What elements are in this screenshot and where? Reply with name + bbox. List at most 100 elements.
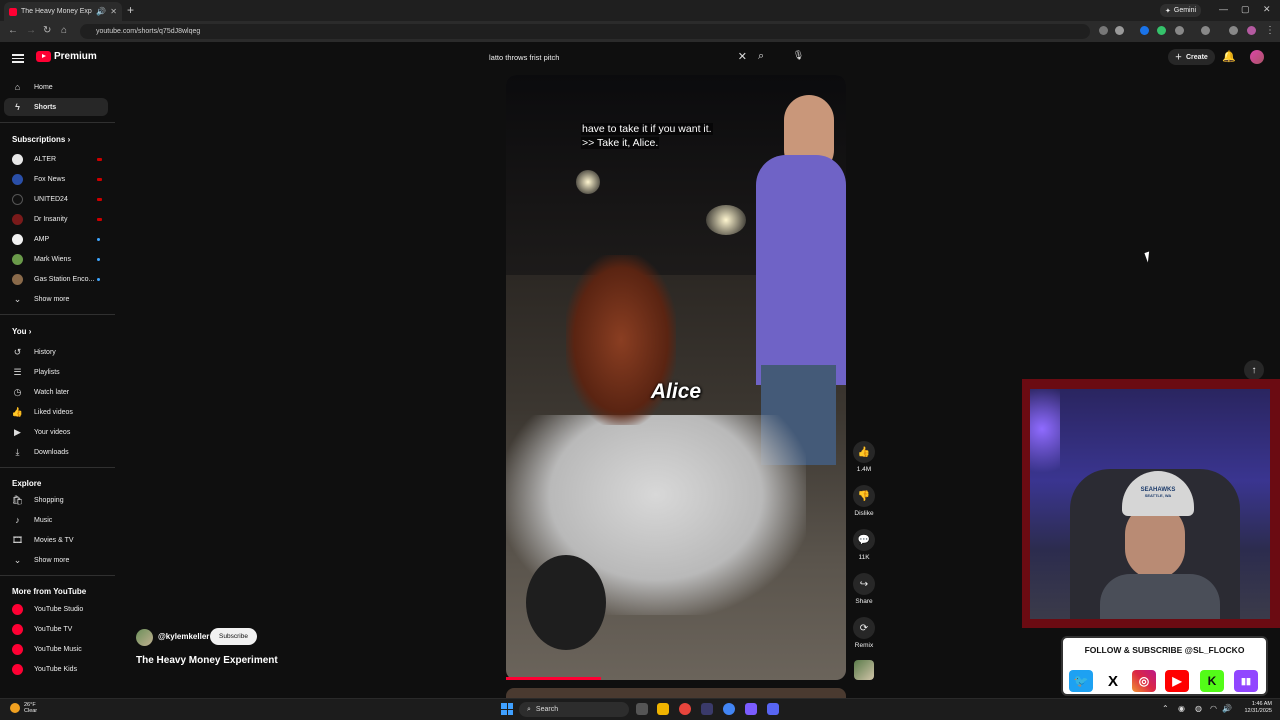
chrome-icon[interactable] <box>723 703 735 715</box>
profile-icon[interactable] <box>1247 26 1256 35</box>
like-action: 👍 1.4M <box>852 441 876 473</box>
microphone-icon[interactable]: 🎙 <box>792 50 805 63</box>
hamburger-menu-icon[interactable] <box>12 52 24 65</box>
youtube-logo[interactable]: Premium <box>36 51 97 62</box>
sidebar-item-youtube-tv[interactable]: YouTube TV <box>4 620 108 638</box>
speaker-icon[interactable]: 🔊 <box>96 7 106 16</box>
sidebar-item-history[interactable]: ↺ History <box>4 343 108 361</box>
tab-close-icon[interactable]: ✕ <box>110 7 117 16</box>
sidebar-item-mark-wiens[interactable]: Mark Wiens <box>4 250 108 268</box>
gemini-button[interactable]: ✦ Gemini <box>1160 4 1202 17</box>
app-icon[interactable] <box>745 703 757 715</box>
show-more-explore-button[interactable]: ⌄ Show more <box>4 551 108 569</box>
follow-subscribe-banner: FOLLOW & SUBSCRIBE @SL_FLOCKO 🐦 X ◎ ▶ K … <box>1061 636 1268 696</box>
history-icon: ↺ <box>13 346 22 357</box>
sidebar-item-shopping[interactable]: 🛍 Shopping <box>4 491 108 509</box>
channel-avatar <box>12 253 23 265</box>
notifications-bell-icon[interactable]: 🔔 <box>1222 50 1236 63</box>
create-button[interactable]: ＋ Create <box>1168 49 1215 65</box>
volume-icon[interactable]: 🔊 <box>1222 704 1232 713</box>
sidebar-item-watch-later[interactable]: ◷ Watch later <box>4 383 108 401</box>
sidebar-item-downloads[interactable]: ⤓ Downloads <box>4 443 108 461</box>
sidebar-item-dr-insanity[interactable]: Dr Insanity <box>4 210 108 228</box>
sidebar-item-home[interactable]: ⌂ Home <box>4 78 108 96</box>
windows-start-icon[interactable] <box>501 703 513 715</box>
maximize-button[interactable]: ▢ <box>1241 4 1250 15</box>
address-bar[interactable]: youtube.com/shorts/q75dJ8wlqeg <box>80 24 1090 39</box>
video-frame-wheel <box>526 555 606 650</box>
you-heading[interactable]: You › <box>12 327 31 336</box>
download-icon[interactable] <box>1229 26 1238 35</box>
clear-search-icon[interactable]: ✕ <box>738 50 747 63</box>
next-short-preview[interactable] <box>506 688 846 698</box>
app-icon[interactable] <box>701 703 713 715</box>
taskbar-clock[interactable]: 1:46 AM 12/31/2025 <box>1234 701 1272 715</box>
channel-name[interactable]: @kylemkeller <box>158 632 209 641</box>
shorts-icon: ϟ <box>15 102 20 112</box>
closed-captions: have to take it if you want it. >> Take … <box>581 122 771 150</box>
browser-tab[interactable]: The Heavy Money Experime 🔊 ✕ <box>4 2 122 21</box>
side-panel-icon[interactable] <box>1201 26 1210 35</box>
playlists-icon: ☰ <box>13 366 22 377</box>
back-icon[interactable]: ← <box>8 25 18 36</box>
new-tab-button[interactable]: + <box>127 3 134 17</box>
sidebar-item-playlists[interactable]: ☰ Playlists <box>4 363 108 381</box>
tray-app-icon[interactable]: ◍ <box>1195 704 1202 713</box>
subscribe-button[interactable]: Subscribe <box>210 628 257 645</box>
comments-button[interactable]: 💬 <box>853 529 875 551</box>
extension-icon[interactable] <box>1140 26 1149 35</box>
scroll-up-button[interactable]: ↑ <box>1244 360 1264 380</box>
window-close-button[interactable]: ✕ <box>1263 4 1271 15</box>
sidebar-item-fox-news[interactable]: Fox News <box>4 170 108 188</box>
search-icon[interactable]: ⌕ <box>758 50 764 63</box>
sidebar-item-your-videos[interactable]: ▶ Your videos <box>4 423 108 441</box>
file-explorer-icon[interactable] <box>657 703 669 715</box>
video-progress-bar[interactable] <box>506 677 601 680</box>
sidebar-item-united24[interactable]: UNITED24 <box>4 190 108 208</box>
like-button[interactable]: 👍 <box>853 441 875 463</box>
search-input[interactable]: latto throws frist pitch ✕ <box>481 46 751 68</box>
minimize-button[interactable]: — <box>1219 4 1228 14</box>
sidebar-item-shorts[interactable]: ϟ Shorts <box>4 98 108 116</box>
home-browser-icon[interactable]: ⌂ <box>61 25 67 36</box>
task-view-icon[interactable] <box>636 703 648 715</box>
subscriptions-heading[interactable]: Subscriptions › <box>12 135 70 144</box>
youtube-studio-icon <box>12 603 23 615</box>
sidebar-item-youtube-studio[interactable]: YouTube Studio <box>4 600 108 618</box>
remix-button[interactable]: ⟳ <box>853 617 875 639</box>
sidebar-item-amp[interactable]: AMP <box>4 230 108 248</box>
show-more-subscriptions-button[interactable]: ⌄ Show more <box>4 290 108 308</box>
sidebar-item-youtube-kids[interactable]: YouTube Kids <box>4 660 108 678</box>
tray-chevron-icon[interactable]: ⌃ <box>1162 704 1169 713</box>
sidebar-item-youtube-music[interactable]: YouTube Music <box>4 640 108 658</box>
weather-widget[interactable]: 26°F Clear <box>10 702 37 714</box>
sidebar-item-gas-station[interactable]: Gas Station Enco... <box>4 270 108 288</box>
wifi-icon[interactable]: ◠ <box>1210 704 1217 713</box>
sidebar-item-alter[interactable]: ALTER <box>4 150 108 168</box>
sidebar-item-label: Shorts <box>34 103 57 111</box>
sidebar-item-music[interactable]: ♪ Music <box>4 511 108 529</box>
reload-icon[interactable]: ↻ <box>43 25 51 36</box>
sidebar-item-liked-videos[interactable]: 👍 Liked videos <box>4 403 108 421</box>
discord-icon[interactable] <box>767 703 779 715</box>
subscriptions-heading-label: Subscriptions <box>12 135 66 144</box>
sound-thumbnail[interactable] <box>854 660 874 680</box>
taskbar-search[interactable]: ⌕ Search <box>519 702 629 717</box>
forward-icon[interactable]: → <box>26 25 36 36</box>
dislike-button[interactable]: 👎 <box>853 485 875 507</box>
extensions-puzzle-icon[interactable] <box>1175 26 1184 35</box>
shorts-video-player[interactable]: have to take it if you want it. >> Take … <box>506 75 846 680</box>
tray-app-icon[interactable]: ◉ <box>1178 704 1185 713</box>
share-button[interactable]: ↪ <box>853 573 875 595</box>
install-icon[interactable] <box>1099 26 1108 35</box>
sidebar-item-label: Movies & TV <box>34 536 74 544</box>
account-avatar[interactable] <box>1250 50 1264 64</box>
sidebar-item-label: Dr Insanity <box>34 215 68 223</box>
sidebar-item-movies-tv[interactable]: 🎞 Movies & TV <box>4 531 108 549</box>
channel-avatar[interactable] <box>136 629 153 646</box>
bookmark-star-icon[interactable] <box>1115 26 1124 35</box>
app-icon[interactable] <box>679 703 691 715</box>
video-title[interactable]: The Heavy Money Experiment <box>136 655 278 666</box>
browser-menu-icon[interactable]: ⋮ <box>1265 25 1275 36</box>
extension-icon[interactable] <box>1157 26 1166 35</box>
